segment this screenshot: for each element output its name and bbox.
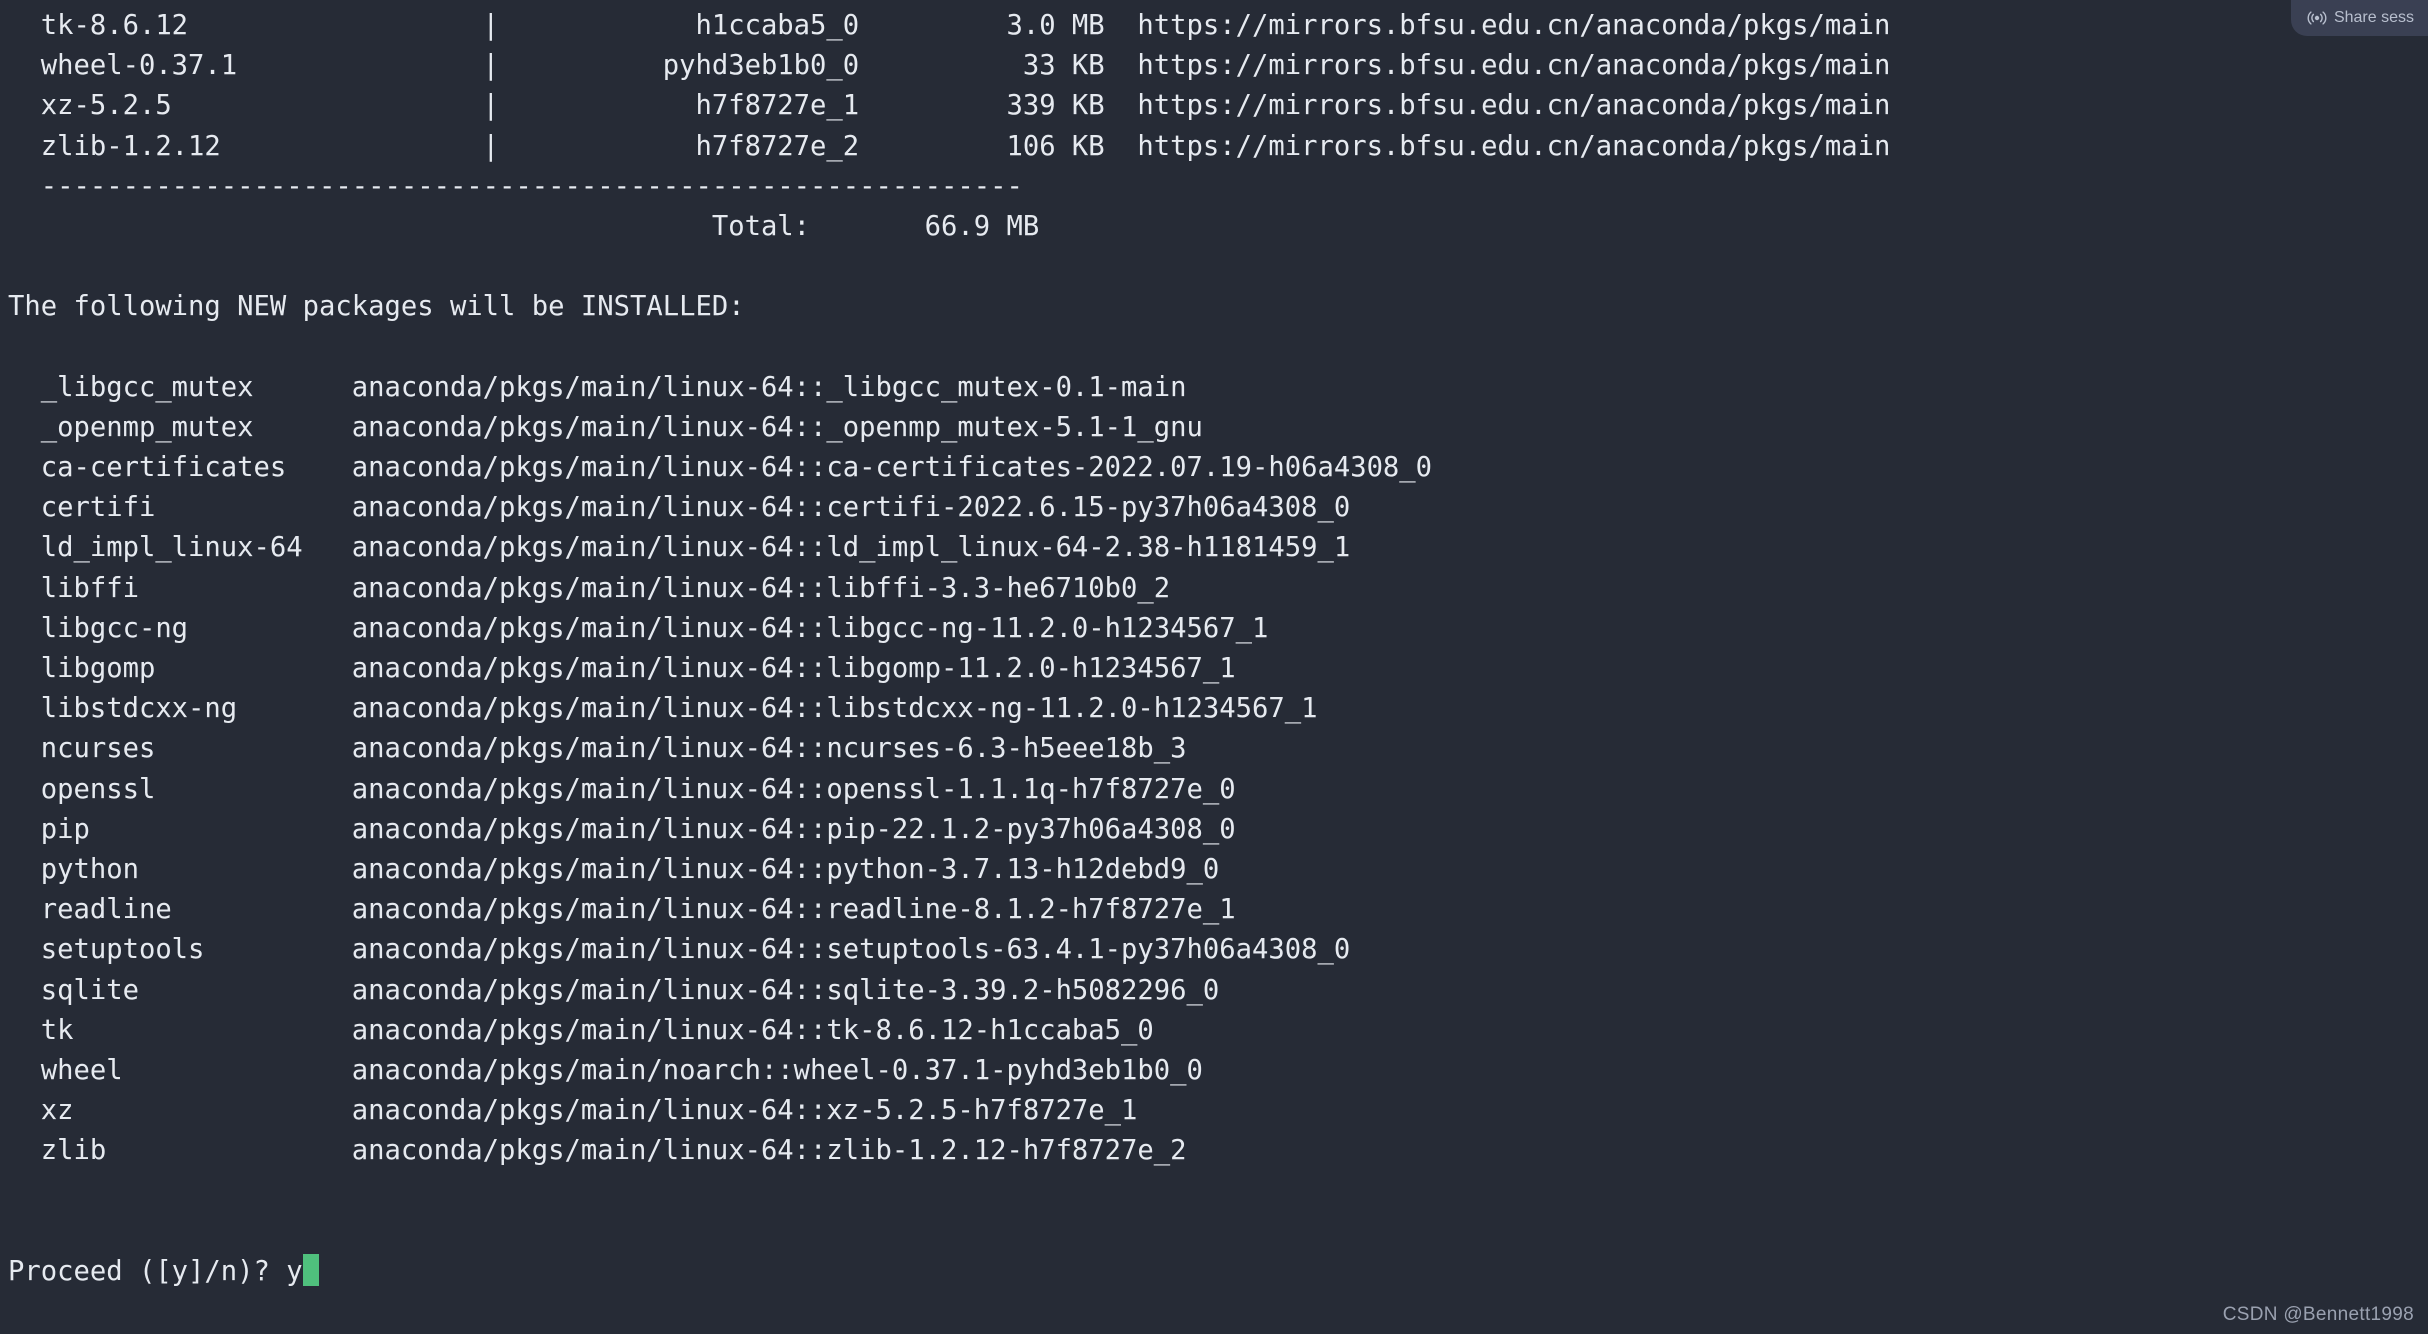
share-session-badge[interactable]: Share sess	[2290, 0, 2428, 36]
csdn-watermark: CSDN @Bennett1998	[2222, 1304, 2414, 1325]
download-row-wheel: wheel-0.37.1 | pyhd3eb1b0_0 33 KB https:…	[8, 50, 1891, 82]
total-row: Total: 66.9 MB	[8, 210, 1040, 242]
download-row-xz: xz-5.2.5 | h7f8727e_1 339 KB https://mir…	[8, 90, 1891, 122]
install-row: ncurses anaconda/pkgs/main/linux-64::ncu…	[8, 733, 1187, 765]
install-header: The following NEW packages will be INSTA…	[8, 291, 745, 323]
install-row: zlib anaconda/pkgs/main/linux-64::zlib-1…	[8, 1135, 1187, 1167]
table-separator: ----------------------------------------…	[8, 170, 1023, 202]
install-row: libstdcxx-ng anaconda/pkgs/main/linux-64…	[8, 693, 1318, 725]
install-row: sqlite anaconda/pkgs/main/linux-64::sqli…	[8, 974, 1220, 1006]
install-row: ld_impl_linux-64 anaconda/pkgs/main/linu…	[8, 532, 1351, 564]
terminal-output: tk-8.6.12 | h1ccaba5_0 3.0 MB https://mi…	[0, 0, 2428, 1292]
install-row: _libgcc_mutex anaconda/pkgs/main/linux-6…	[8, 371, 1187, 403]
text-cursor	[302, 1253, 319, 1286]
terminal-window[interactable]: tk-8.6.12 | h1ccaba5_0 3.0 MB https://mi…	[0, 0, 2428, 1334]
install-row: readline anaconda/pkgs/main/linux-64::re…	[8, 894, 1236, 926]
install-row: openssl anaconda/pkgs/main/linux-64::ope…	[8, 773, 1236, 805]
share-session-label: Share sess	[2333, 9, 2414, 26]
download-row-zlib: zlib-1.2.12 | h7f8727e_2 106 KB https://…	[8, 130, 1891, 162]
install-row: libgcc-ng anaconda/pkgs/main/linux-64::l…	[8, 612, 1269, 644]
proceed-input-value[interactable]: y	[286, 1256, 302, 1287]
install-row: wheel anaconda/pkgs/main/noarch::wheel-0…	[8, 1054, 1203, 1086]
install-row: libffi anaconda/pkgs/main/linux-64::libf…	[8, 572, 1171, 604]
install-row: tk anaconda/pkgs/main/linux-64::tk-8.6.1…	[8, 1014, 1154, 1046]
install-row: setuptools anaconda/pkgs/main/linux-64::…	[8, 934, 1351, 966]
install-row: libgomp anaconda/pkgs/main/linux-64::lib…	[8, 653, 1236, 684]
install-row: python anaconda/pkgs/main/linux-64::pyth…	[8, 853, 1220, 885]
install-row: pip anaconda/pkgs/main/linux-64::pip-22.…	[8, 813, 1236, 845]
install-row: certifi anaconda/pkgs/main/linux-64::cer…	[8, 492, 1351, 524]
proceed-prompt-line[interactable]: Proceed ([y]/n)? y	[8, 1252, 2428, 1292]
download-row-tk: tk-8.6.12 | h1ccaba5_0 3.0 MB https://mi…	[8, 10, 1891, 41]
install-row: _openmp_mutex anaconda/pkgs/main/linux-6…	[8, 411, 1203, 443]
proceed-prompt-label: Proceed ([y]/n)?	[8, 1255, 287, 1287]
install-row: xz anaconda/pkgs/main/linux-64::xz-5.2.5…	[8, 1095, 1138, 1127]
install-row: ca-certificates anaconda/pkgs/main/linux…	[8, 452, 1433, 484]
broadcast-icon	[2307, 8, 2327, 28]
